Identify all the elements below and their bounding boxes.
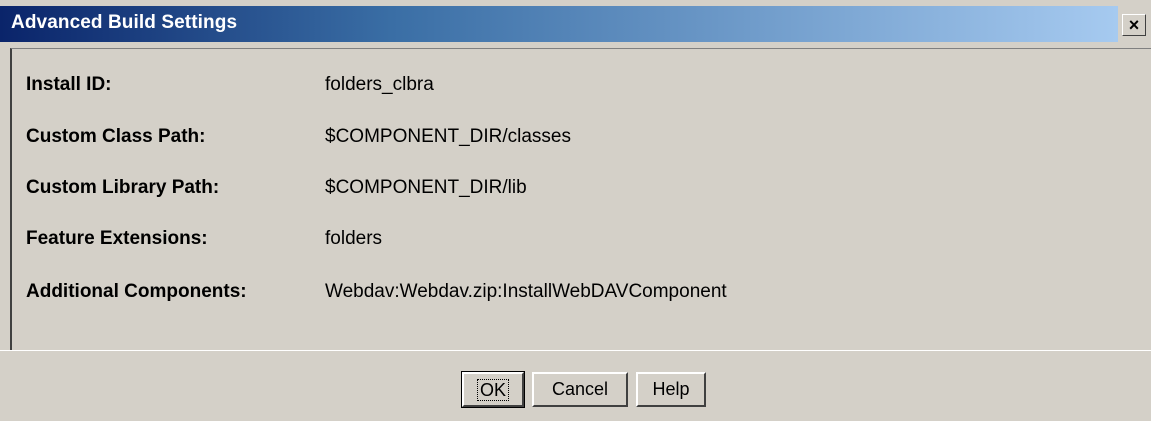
advanced-build-settings-dialog: Advanced Build Settings × Install ID: fo… <box>0 0 1151 421</box>
cancel-button-label: Cancel <box>551 379 609 399</box>
window-title: Advanced Build Settings <box>11 12 238 33</box>
ok-button[interactable]: OK <box>461 371 525 408</box>
custom-class-path-label: Custom Class Path: <box>26 126 206 147</box>
help-button-label: Help <box>652 379 690 399</box>
close-button[interactable]: × <box>1122 14 1146 36</box>
install-id-value: folders_clbra <box>325 74 434 95</box>
button-bar: OK Cancel Help <box>0 351 1151 421</box>
feature-extensions-value: folders <box>325 228 383 249</box>
close-icon: × <box>1128 15 1140 35</box>
custom-library-path-label: Custom Library Path: <box>26 177 220 198</box>
ok-button-label: OK <box>476 378 509 401</box>
install-id-label: Install ID: <box>26 74 112 95</box>
custom-library-path-value: $COMPONENT_DIR/lib <box>325 177 527 198</box>
settings-panel: Install ID: folders_clbra Custom Class P… <box>10 48 1151 350</box>
cancel-button[interactable]: Cancel <box>532 372 628 407</box>
custom-class-path-value: $COMPONENT_DIR/classes <box>325 126 571 147</box>
feature-extensions-label: Feature Extensions: <box>26 228 208 249</box>
title-bar[interactable]: Advanced Build Settings × <box>0 0 1151 47</box>
additional-components-value: Webdav:Webdav.zip:InstallWebDAVComponent <box>325 281 727 302</box>
help-button[interactable]: Help <box>636 372 706 407</box>
additional-components-label: Additional Components: <box>26 281 247 302</box>
